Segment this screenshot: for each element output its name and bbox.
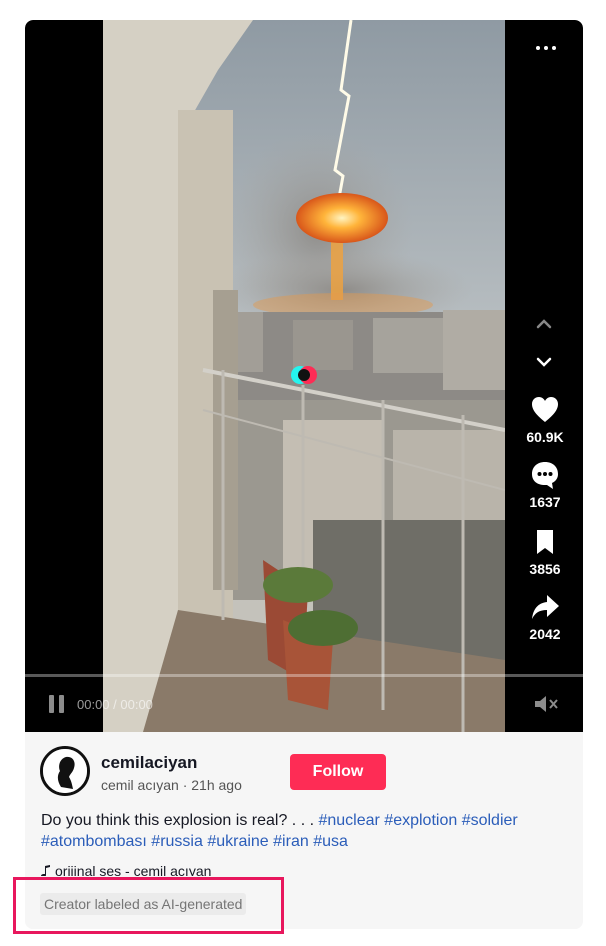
hashtag[interactable]: #explotion [384, 812, 457, 829]
music-title: orijinal ses - cemil acıyan [55, 863, 212, 876]
hashtag[interactable]: #soldier [462, 812, 518, 829]
hashtag[interactable]: #russia [151, 833, 203, 850]
pause-button[interactable] [49, 695, 65, 713]
pause-icon [49, 695, 54, 713]
hashtag[interactable]: #iran [273, 833, 309, 850]
more-options-button[interactable] [531, 36, 561, 60]
display-name[interactable]: cemil acıyan [101, 777, 179, 793]
hashtag[interactable]: #usa [313, 833, 348, 850]
hashtag[interactable]: #ukraine [207, 833, 268, 850]
comment-icon [532, 462, 558, 489]
like-button[interactable]: 60.9K [517, 395, 573, 445]
heart-icon [532, 397, 558, 422]
more-icon [536, 46, 540, 50]
music-note-icon [41, 865, 50, 876]
time-display: 00:00 / 00:00 [77, 697, 153, 712]
share-icon [532, 595, 559, 619]
avatar[interactable] [40, 746, 90, 796]
save-count: 3856 [529, 561, 561, 577]
author-subline: cemil acıyan · 21h ago [101, 777, 242, 793]
highlight-box [13, 877, 284, 934]
share-count: 2042 [529, 626, 561, 642]
video-card: 60.9K 1637 3856 2042 00:00 / 00:00 cemil… [25, 20, 583, 929]
separator: · [178, 777, 192, 793]
bookmark-icon [537, 530, 553, 554]
like-count: 60.9K [526, 429, 564, 445]
comment-count: 1637 [529, 494, 561, 510]
follow-button[interactable]: Follow [290, 754, 386, 790]
video-frame [103, 20, 505, 732]
share-button[interactable]: 2042 [517, 592, 573, 642]
chevron-down-icon[interactable] [533, 351, 555, 373]
avatar-silhouette-icon [43, 749, 87, 793]
caption: Do you think this explosion is real? . .… [41, 810, 566, 852]
post-time: 21h ago [191, 777, 242, 793]
username[interactable]: cemilaciyan [101, 753, 197, 773]
video-player[interactable]: 60.9K 1637 3856 2042 00:00 / 00:00 [25, 20, 583, 732]
save-button[interactable]: 3856 [517, 527, 573, 577]
chevron-up-icon[interactable] [533, 313, 555, 335]
hashtag[interactable]: #nuclear [318, 812, 379, 829]
mute-icon[interactable] [533, 693, 559, 715]
hashtag[interactable]: #atombombası [41, 833, 147, 850]
caption-text: Do you think this explosion is real? . .… [41, 812, 319, 829]
music-link[interactable]: orijinal ses - cemil acıyan [41, 863, 211, 876]
video-controls: 00:00 / 00:00 [25, 677, 583, 732]
comment-button[interactable]: 1637 [517, 460, 573, 510]
